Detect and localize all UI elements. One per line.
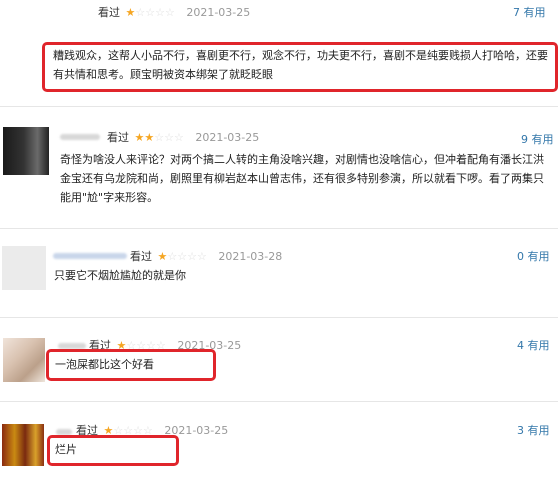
review-date: 2021-03-25 (195, 131, 260, 144)
review-content: 只要它不烟尬尴尬的就是你 (54, 269, 186, 282)
avatar[interactable] (3, 127, 49, 175)
seen-label: 看过 (130, 250, 152, 263)
rating-stars: ★★☆☆☆ (135, 131, 184, 144)
useful-count: 7 (513, 6, 520, 19)
avatar[interactable] (3, 338, 45, 382)
useful-count: 0 (517, 250, 524, 263)
avatar[interactable] (2, 246, 46, 290)
review-meta: 看过 ★☆☆☆☆ 2021-03-25 (98, 4, 250, 20)
useful-button[interactable]: 0 有用 (517, 248, 550, 264)
useful-label: 有用 (527, 339, 550, 352)
star-filled-icon: ★★ (134, 131, 155, 144)
seen-label: 看过 (107, 131, 129, 144)
review-content: 奇怪为啥没人来评论？对两个搞二人转的主角没啥兴趣，对剧情也没啥信心，但冲着配角有… (60, 153, 544, 204)
useful-label: 有用 (527, 250, 550, 263)
star-filled-icon: ★ (125, 6, 136, 19)
rating-stars: ★☆☆☆☆ (126, 6, 175, 19)
useful-label: 有用 (531, 133, 554, 146)
divider (0, 106, 558, 107)
review-date: 2021-03-28 (218, 250, 283, 263)
review-meta: 看过 ★☆☆☆☆ 2021-03-28 (130, 248, 282, 264)
review-content: 一泡屎都比这个好看 (55, 358, 154, 371)
useful-button[interactable]: 9 有用 (521, 131, 554, 147)
star-empty-icon: ☆☆☆ (154, 131, 184, 144)
star-filled-icon: ★ (157, 250, 168, 263)
username-blurred (60, 134, 100, 140)
review-meta: 看过 ★★☆☆☆ 2021-03-25 (107, 129, 259, 145)
star-empty-icon: ☆☆☆☆ (135, 6, 175, 19)
review-date: 2021-03-25 (186, 6, 251, 19)
useful-label: 有用 (523, 6, 546, 19)
useful-button[interactable]: 7 有用 (513, 4, 546, 20)
useful-count: 3 (517, 424, 524, 437)
useful-button[interactable]: 4 有用 (517, 337, 550, 353)
useful-button[interactable]: 3 有用 (517, 422, 550, 438)
useful-count: 9 (521, 133, 528, 146)
useful-label: 有用 (527, 424, 550, 437)
review-content: 烂片 (55, 443, 77, 456)
seen-label: 看过 (98, 6, 120, 19)
username-blurred (53, 253, 127, 259)
useful-count: 4 (517, 339, 524, 352)
star-empty-icon: ☆☆☆☆ (167, 250, 207, 263)
divider (0, 228, 558, 229)
divider (0, 317, 558, 318)
review-content: 糟践观众，这帮人小品不行，喜剧更不行，观念不行，功夫更不行，喜剧不是纯要贱损人打… (53, 49, 548, 81)
divider (0, 401, 558, 402)
avatar[interactable] (2, 424, 44, 466)
rating-stars: ★☆☆☆☆ (158, 250, 207, 263)
